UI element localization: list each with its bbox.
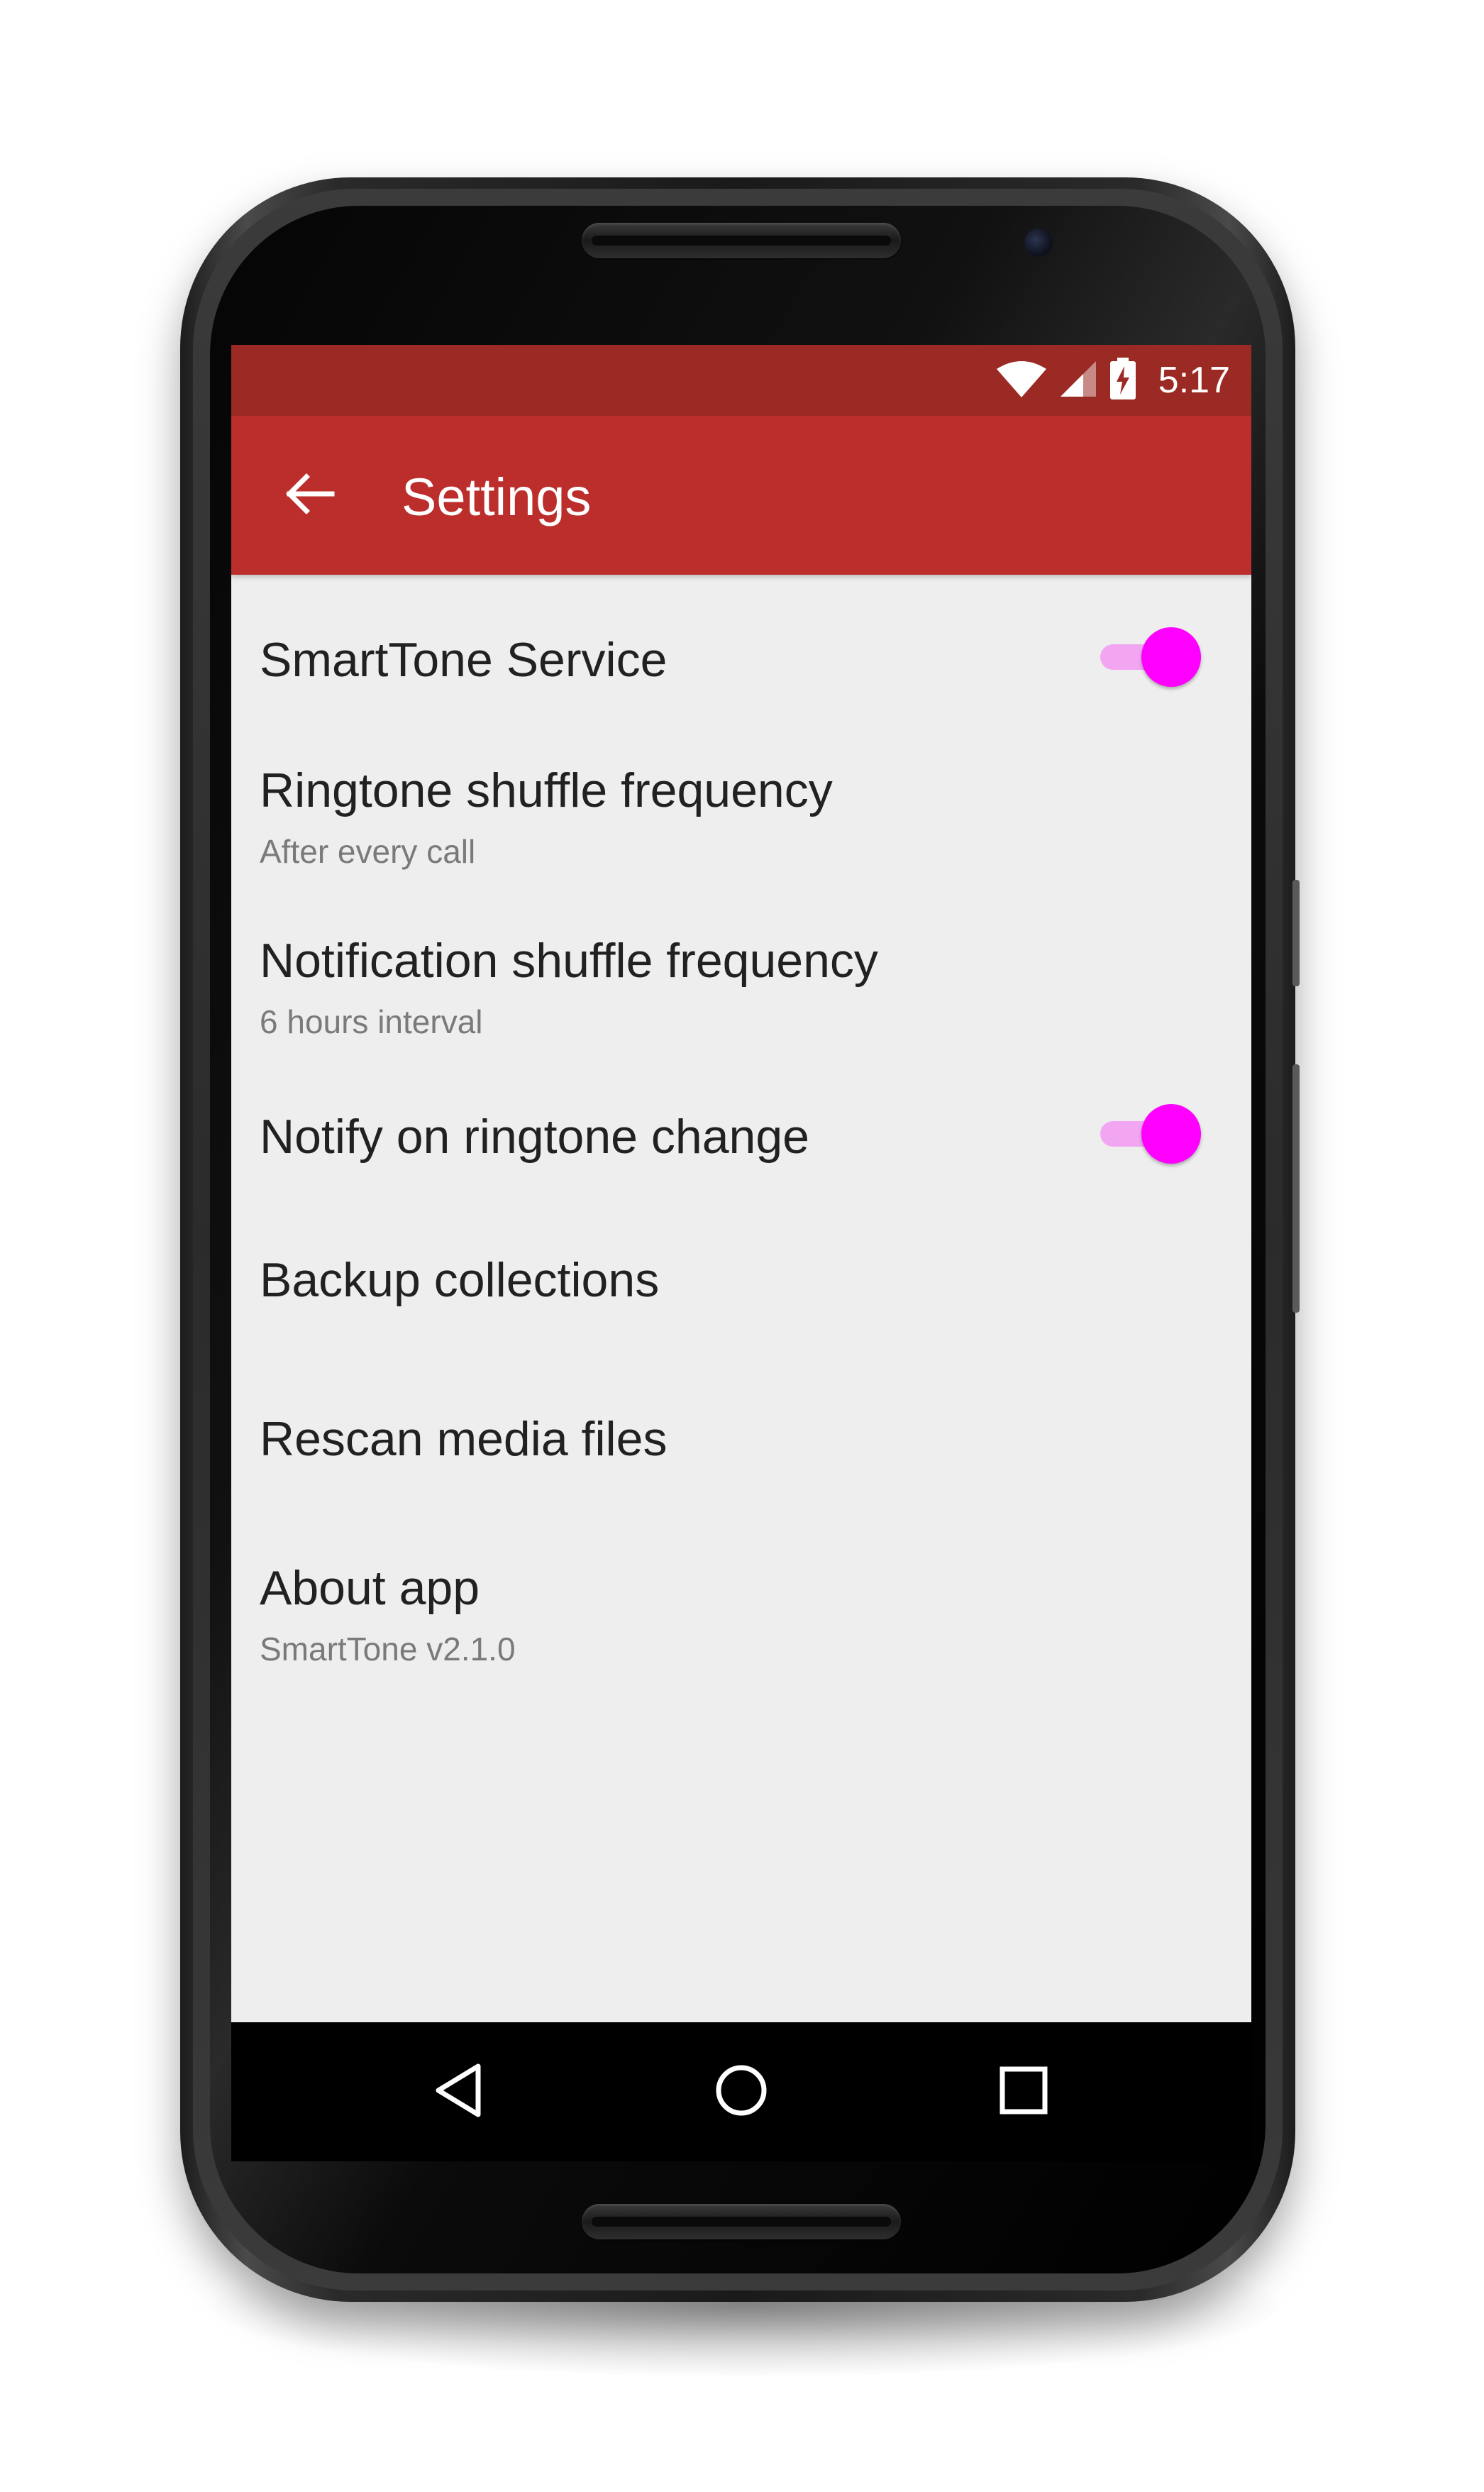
- wifi-icon: [995, 359, 1048, 402]
- setting-title: SmartTone Service: [260, 633, 668, 687]
- setting-summary: SmartTone v2.1.0: [260, 1631, 516, 1667]
- page-title: Settings: [402, 468, 592, 526]
- arrow-back-icon: [285, 473, 336, 519]
- top-speaker: [582, 223, 901, 258]
- setting-title: Backup collections: [260, 1253, 660, 1307]
- battery-charging-icon: [1109, 357, 1137, 404]
- screen: 5:17 Settings SmartTone Service Ringtone…: [231, 345, 1251, 2022]
- setting-about-app[interactable]: About app SmartTone v2.1.0: [231, 1510, 1251, 1680]
- device-stage: 5:17 Settings SmartTone Service Ringtone…: [0, 0, 1484, 2492]
- setting-title: Notify on ringtone change: [260, 1110, 809, 1164]
- setting-summary: 6 hours interval: [260, 1003, 483, 1040]
- setting-summary: After every call: [260, 833, 476, 870]
- volume-button: [1292, 1064, 1300, 1313]
- setting-rescan-media-files[interactable]: Rescan media files: [231, 1362, 1251, 1510]
- nav-back-button[interactable]: [423, 2056, 494, 2127]
- nav-home-button[interactable]: [706, 2056, 777, 2127]
- app-bar: Settings: [231, 416, 1251, 575]
- switch-thumb: [1141, 627, 1201, 687]
- smarttone-service-switch[interactable]: [1093, 624, 1207, 688]
- back-triangle-icon: [431, 2062, 485, 2122]
- setting-smarttone-service[interactable]: SmartTone Service: [231, 575, 1251, 705]
- bottom-speaker: [582, 2204, 901, 2239]
- switch-thumb: [1141, 1104, 1201, 1164]
- setting-notify-on-ringtone-change[interactable]: Notify on ringtone change: [231, 1046, 1251, 1203]
- front-camera: [1024, 228, 1053, 257]
- nav-recents-button[interactable]: [988, 2056, 1059, 2127]
- back-button[interactable]: [275, 460, 346, 531]
- navigation-bar: [231, 2022, 1251, 2161]
- setting-ringtone-shuffle-frequency[interactable]: Ringtone shuffle frequency After every c…: [231, 705, 1251, 876]
- status-bar: 5:17: [231, 345, 1251, 416]
- setting-title: Ringtone shuffle frequency: [260, 763, 833, 817]
- setting-backup-collections[interactable]: Backup collections: [231, 1203, 1251, 1362]
- setting-title: About app: [260, 1561, 480, 1615]
- setting-title: Rescan media files: [260, 1412, 668, 1466]
- setting-notification-shuffle-frequency[interactable]: Notification shuffle frequency 6 hours i…: [231, 876, 1251, 1046]
- setting-title: Notification shuffle frequency: [260, 934, 878, 988]
- status-time: 5:17: [1158, 360, 1230, 401]
- notify-ringtone-change-switch[interactable]: [1093, 1101, 1207, 1165]
- home-circle-icon: [713, 2062, 770, 2122]
- cell-signal-icon: [1059, 360, 1097, 402]
- power-button: [1292, 880, 1300, 986]
- recents-square-icon: [998, 2065, 1049, 2119]
- status-icons: 5:17: [995, 357, 1230, 404]
